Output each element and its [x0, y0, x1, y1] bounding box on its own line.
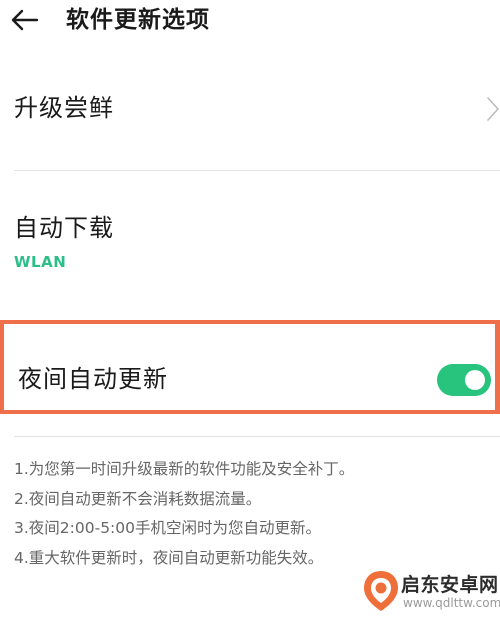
- divider: [14, 170, 500, 171]
- night-auto-update-label: 夜间自动更新: [18, 365, 168, 393]
- chevron-right-icon: [487, 97, 499, 121]
- divider: [14, 436, 500, 437]
- watermark-url: www.qdlttw.com: [403, 596, 500, 610]
- upgrade-early-row[interactable]: 升级尝鲜: [0, 70, 500, 148]
- auto-download-value: WLAN: [14, 253, 67, 271]
- watermark-title: 启东安卓网: [401, 574, 499, 596]
- night-auto-update-row[interactable]: 夜间自动更新: [0, 320, 500, 414]
- watermark-logo-icon: [364, 571, 398, 611]
- note-item: 3.夜间2:00-5:00手机空闲时为您自动更新。: [14, 519, 321, 537]
- watermark: 启东安卓网 www.qdlttw.com: [361, 567, 500, 617]
- upgrade-early-label: 升级尝鲜: [14, 94, 114, 122]
- auto-download-row[interactable]: 自动下载 WLAN: [0, 172, 500, 312]
- notes-list: 1.为您第一时间升级最新的软件功能及安全补丁。 2.夜间自动更新不会消耗数据流量…: [14, 455, 494, 573]
- page-title: 软件更新选项: [66, 7, 210, 33]
- note-item: 2.夜间自动更新不会消耗数据流量。: [14, 489, 262, 508]
- toggle-knob: [465, 370, 485, 390]
- arrow-left-icon[interactable]: [10, 8, 40, 32]
- top-bar: 软件更新选项: [0, 0, 500, 42]
- auto-download-label: 自动下载: [14, 214, 114, 242]
- night-auto-update-toggle[interactable]: [437, 364, 491, 396]
- note-item: 1.为您第一时间升级最新的软件功能及安全补丁。: [14, 460, 355, 478]
